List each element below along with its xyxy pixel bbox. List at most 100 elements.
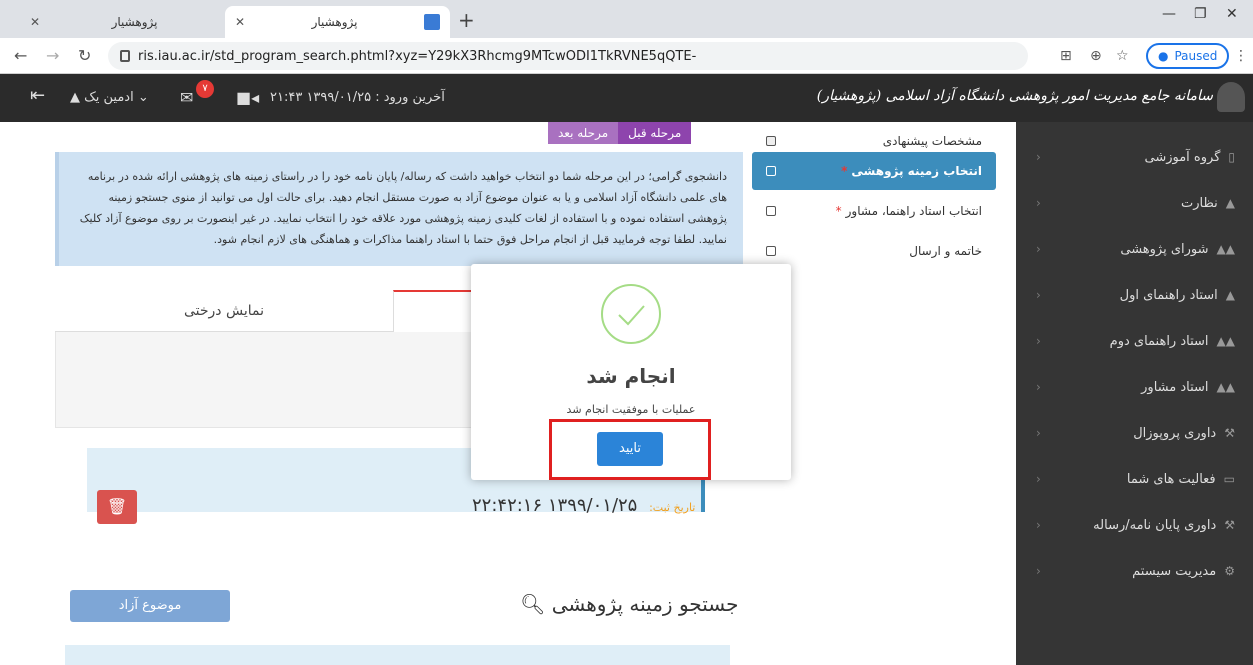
- sidebar-item-label: داوری پایان نامه/رساله: [1093, 517, 1217, 533]
- dialog-title: انجام شد: [586, 364, 676, 388]
- gavel-icon: ⚒: [1224, 518, 1235, 532]
- sidebar-item-proposal-review[interactable]: ⚒ داوری پروپوزال ‹: [1016, 410, 1253, 456]
- user-icon: ▲: [1225, 288, 1235, 302]
- chevron-left-icon: ‹: [1036, 564, 1041, 578]
- file-icon: ▯: [1228, 150, 1235, 164]
- chevron-left-icon: ‹: [1036, 150, 1041, 164]
- new-tab-icon[interactable]: +: [458, 8, 475, 32]
- required-star-icon: *: [841, 164, 848, 178]
- free-topic-button[interactable]: موضوع آزاد: [70, 590, 230, 622]
- sidebar-item-research-council[interactable]: ▲▲ شورای پژوهشی ‹: [1016, 226, 1253, 272]
- sidebar-item-second-advisor[interactable]: ▲▲ استاد راهنمای دوم ‹: [1016, 318, 1253, 364]
- url-text: ris.iau.ac.ir/std_program_search.phtml?x…: [138, 48, 697, 64]
- tab-label: نمایش درختی: [184, 303, 264, 319]
- university-logo: [1217, 82, 1245, 112]
- chevron-down-icon: ⌄: [133, 90, 149, 105]
- checkbox-icon: [766, 246, 776, 256]
- steps-panel: مشخصات پیشنهادی انتخاب زمینه پژوهشی * ان…: [752, 122, 1016, 282]
- step-label: خاتمه و ارسال: [909, 244, 982, 258]
- close-icon[interactable]: ✕: [30, 15, 40, 29]
- next-step-button[interactable]: مرحله بعد: [548, 122, 619, 144]
- highlight-annotation: [549, 419, 711, 480]
- search-title-text: جستجو زمینه پژوهشی: [551, 592, 739, 616]
- chevron-left-icon: ‹: [1036, 242, 1041, 256]
- sidebar-item-label: فعالیت های شما: [1126, 471, 1216, 487]
- chevron-left-icon: ‹: [1036, 518, 1041, 532]
- sidebar-item-label: استاد راهنمای دوم: [1109, 333, 1209, 349]
- close-icon[interactable]: ✕: [235, 15, 245, 29]
- sidebar-item-system-management[interactable]: ⚙ مدیریت سیستم ‹: [1016, 548, 1253, 594]
- success-check-icon: [601, 284, 661, 344]
- registration-date: تاریخ ثبت: ۱۳۹۹/۰۱/۲۵ ۲۲:۴۲:۱۶: [472, 495, 695, 516]
- sidebar-item-supervision[interactable]: ▲ نظارت ‹: [1016, 180, 1253, 226]
- profile-paused-button[interactable]: ● Paused: [1146, 43, 1230, 69]
- tab-tree-view[interactable]: نمایش درختی: [55, 290, 393, 332]
- browser-tab-active[interactable]: پژوهشیار ✕: [225, 6, 450, 38]
- step-label: انتخاب زمینه پژوهشی: [851, 164, 982, 178]
- reload-icon[interactable]: ↻: [78, 46, 91, 65]
- step-label: مشخصات پیشنهادی: [882, 134, 982, 148]
- info-text: دانشجوی گرامی؛ در این مرحله شما دو انتخا…: [79, 170, 727, 246]
- step-item[interactable]: انتخاب استاد راهنما، مشاور *: [752, 192, 996, 230]
- users-icon: ▲▲: [1216, 334, 1235, 348]
- user-icon: ▲: [1225, 196, 1235, 210]
- envelope-icon[interactable]: ✉: [180, 88, 193, 107]
- chevron-left-icon: ‹: [1036, 196, 1041, 210]
- sidebar-item-label: استاد مشاور: [1141, 379, 1209, 395]
- gears-icon: ⚙: [1224, 564, 1235, 578]
- lock-icon: [120, 50, 130, 62]
- back-icon[interactable]: ←: [14, 46, 27, 65]
- free-topic-label: موضوع آزاد: [118, 598, 182, 613]
- checkbox-icon: [766, 166, 776, 176]
- dialog-message: عملیات با موفقیت انجام شد: [566, 403, 696, 416]
- paused-label: Paused: [1174, 49, 1218, 63]
- browser-tab[interactable]: پژوهشیار ✕: [20, 6, 255, 38]
- close-window-icon[interactable]: ✕: [1226, 6, 1238, 22]
- sidebar-item-consultant[interactable]: ▲▲ استاد مشاور ‹: [1016, 364, 1253, 410]
- notification-badge: ۷: [196, 80, 214, 98]
- zoom-icon[interactable]: ⊕: [1090, 48, 1102, 64]
- sidebar-item-first-advisor[interactable]: ▲ استاد راهنمای اول ‹: [1016, 272, 1253, 318]
- user-menu[interactable]: ⌄ ادمین یک ▲: [70, 90, 149, 105]
- sidebar-item-label: داوری پروپوزال: [1133, 425, 1217, 441]
- logout-icon[interactable]: ⇤: [30, 85, 45, 106]
- delete-button[interactable]: 🗑: [97, 490, 137, 524]
- chevron-left-icon: ‹: [1036, 426, 1041, 440]
- prev-step-label: مرحله قبل: [628, 126, 682, 140]
- maximize-icon[interactable]: ❐: [1194, 6, 1207, 22]
- checkbox-icon: [766, 206, 776, 216]
- minimize-icon[interactable]: —: [1162, 6, 1176, 22]
- sidebar-item-label: استاد راهنمای اول: [1119, 287, 1218, 303]
- sidebar-item-education-group[interactable]: ▯ گروه آموزشی ‹: [1016, 134, 1253, 180]
- step-label: انتخاب استاد راهنما، مشاور: [845, 204, 982, 218]
- translate-icon[interactable]: ⊞: [1060, 48, 1072, 64]
- users-icon: ▲▲: [1216, 380, 1235, 394]
- date-value: ۱۳۹۹/۰۱/۲۵ ۲۲:۴۲:۱۶: [472, 495, 638, 516]
- sidebar-item-activities[interactable]: ▭ فعالیت های شما ‹: [1016, 456, 1253, 502]
- user-name: ادمین یک: [84, 90, 134, 105]
- next-step-label: مرحله بعد: [558, 126, 609, 140]
- checkbox-icon: [766, 136, 776, 146]
- system-title: سامانه جامع مدیریت امور پژوهشی دانشگاه آ…: [816, 88, 1213, 104]
- forward-icon[interactable]: →: [46, 46, 59, 65]
- search-panel: [65, 645, 730, 665]
- search-heading: جستجو زمینه پژوهشی 🔍︎: [520, 592, 738, 616]
- user-icon: ▲: [70, 90, 80, 105]
- prev-step-button[interactable]: مرحله قبل: [618, 122, 692, 144]
- url-input[interactable]: ris.iau.ac.ir/std_program_search.phtml?x…: [108, 42, 1028, 70]
- video-icon[interactable]: ■◂: [236, 88, 259, 107]
- chevron-left-icon: ‹: [1036, 288, 1041, 302]
- chevron-left-icon: ‹: [1036, 334, 1041, 348]
- sidebar: ▯ گروه آموزشی ‹ ▲ نظارت ‹ ▲▲ شورای پژوهشی ‹ ▲ ا…: [1016, 122, 1253, 665]
- menu-kebab-icon[interactable]: ⋮: [1234, 48, 1248, 64]
- step-item-active[interactable]: انتخاب زمینه پژوهشی *: [752, 152, 996, 190]
- bookmark-star-icon[interactable]: ☆: [1116, 48, 1129, 64]
- chevron-left-icon: ‹: [1036, 472, 1041, 486]
- last-login-text: آخرین ورود : ۱۳۹۹/۰۱/۲۵ ۲۱:۴۳: [270, 90, 445, 105]
- sidebar-item-thesis-review[interactable]: ⚒ داوری پایان نامه/رساله ‹: [1016, 502, 1253, 548]
- info-callout: دانشجوی گرامی؛ در این مرحله شما دو انتخا…: [55, 152, 743, 266]
- users-icon: ▲▲: [1216, 242, 1235, 256]
- app-header: سامانه جامع مدیریت امور پژوهشی دانشگاه آ…: [0, 74, 1253, 122]
- sidebar-item-label: گروه آموزشی: [1144, 149, 1221, 165]
- chevron-left-icon: ‹: [1036, 380, 1041, 394]
